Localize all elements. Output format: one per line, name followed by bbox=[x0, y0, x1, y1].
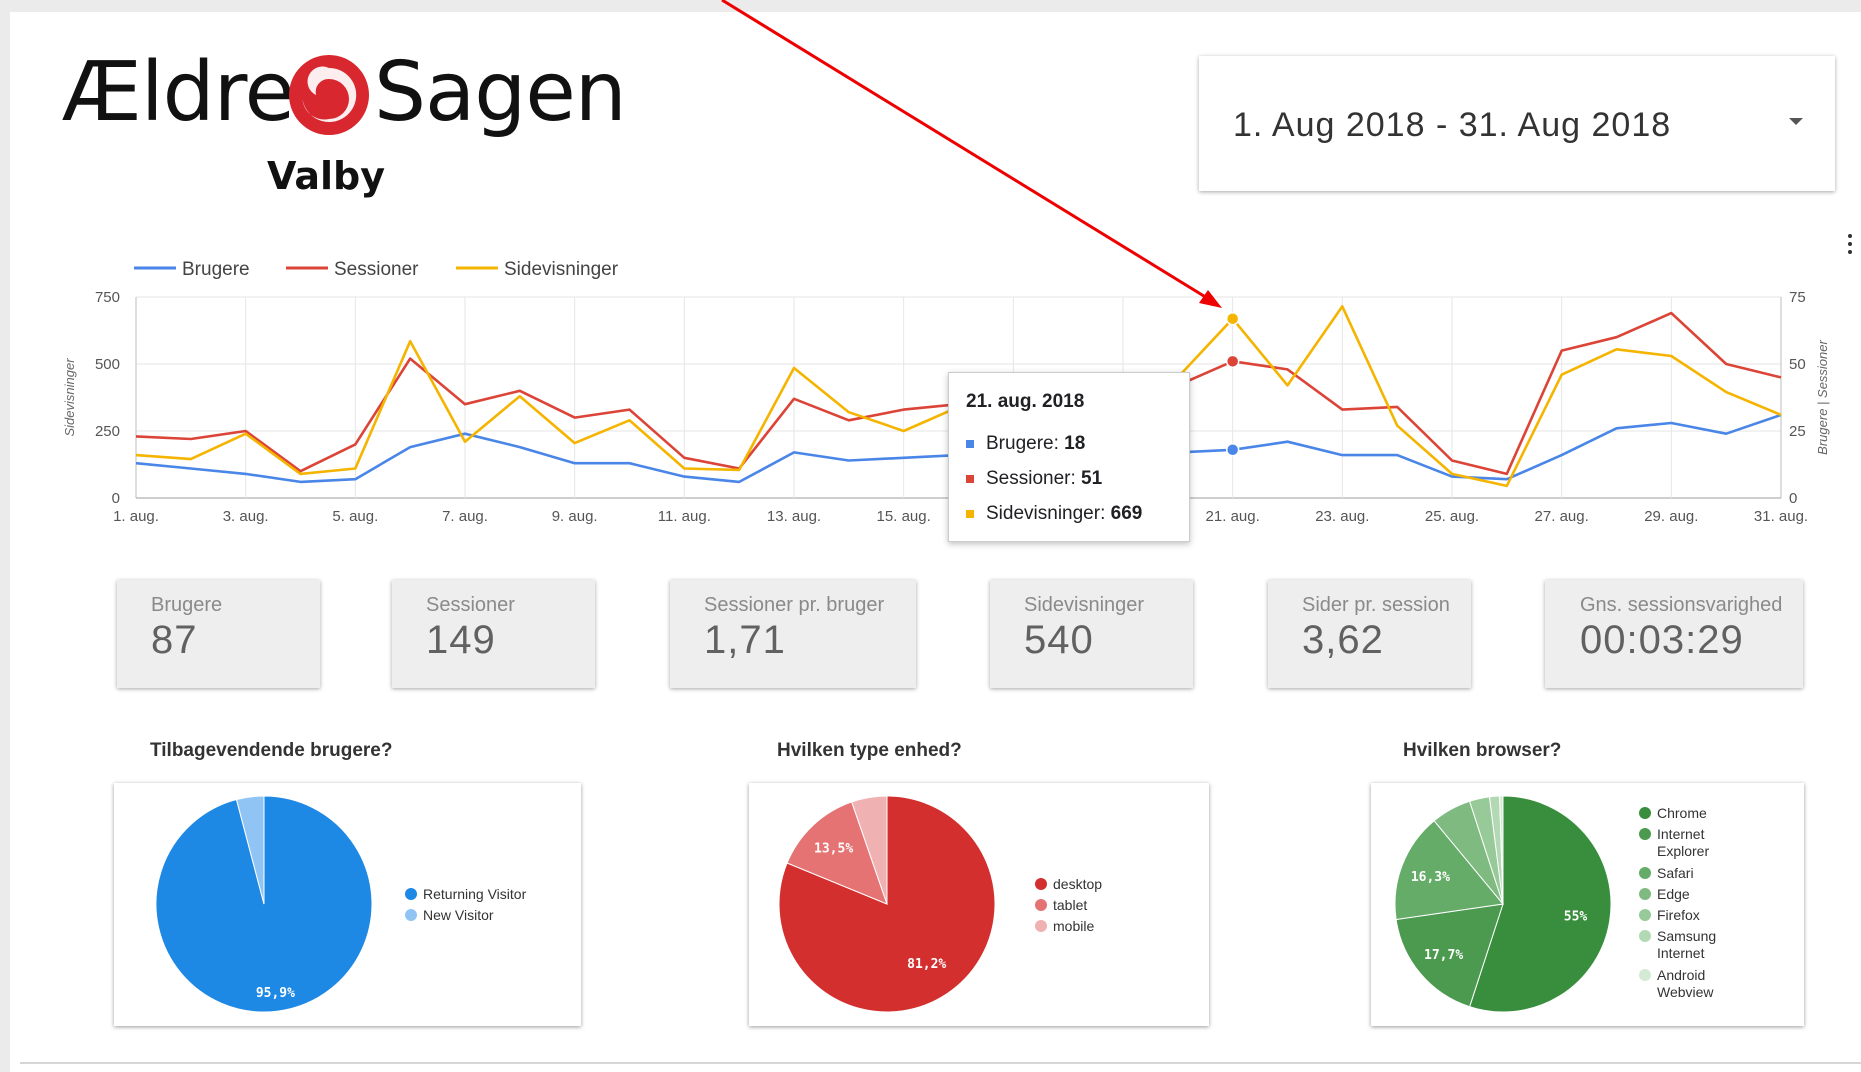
kpi-card-sessioner-pr-bruger[interactable]: Sessioner pr. bruger 1,71 bbox=[670, 580, 916, 688]
kpi-label: Sessioner bbox=[426, 594, 515, 616]
highlight-point-brugere bbox=[1225, 443, 1240, 457]
chart-axes: 0 0 250 25 500 50 750 75 1. aug. 3. aug. 5. aug. 7.… bbox=[62, 289, 1830, 525]
legend-label-brugere: Brugere bbox=[182, 259, 250, 280]
legend-dot-icon bbox=[1639, 888, 1651, 900]
kpi-card-brugere[interactable]: Brugere 87 bbox=[117, 580, 320, 688]
chart-tooltip: 21. aug. 2018 Brugere: 18 Sessioner: 51 … bbox=[948, 372, 1190, 542]
kpi-card-sider-pr-session[interactable]: Sider pr. session 3,62 bbox=[1268, 580, 1471, 688]
kpi-card-sessioner[interactable]: Sessioner 149 bbox=[392, 580, 595, 688]
y-tick-left: 500 bbox=[95, 356, 120, 373]
y-tick-right: 0 bbox=[1789, 490, 1797, 507]
legend-dot-icon bbox=[1035, 920, 1047, 932]
highlight-point-sessioner bbox=[1225, 354, 1240, 369]
y-tick-right: 75 bbox=[1789, 289, 1806, 306]
pie-slice-label: 13,5% bbox=[814, 842, 853, 857]
pie-title-device: Hvilken type enhed? bbox=[777, 740, 962, 761]
legend-label-sidevisninger: Sidevisninger bbox=[504, 259, 619, 280]
legend-dot-icon bbox=[1639, 969, 1651, 981]
pie-card-device[interactable]: 81,2% 13,5% desktop tablet mobile bbox=[749, 783, 1209, 1026]
x-tick-label: 31. aug. bbox=[1754, 508, 1808, 525]
x-tick-label: 1. aug. bbox=[113, 508, 159, 525]
pie-card-returning[interactable]: 95,9% Returning Visitor New Visitor bbox=[114, 783, 581, 1026]
pie-slice-label: 81,2% bbox=[907, 957, 946, 972]
legend-label-sessioner: Sessioner bbox=[334, 259, 419, 280]
y-tick-right: 50 bbox=[1789, 356, 1806, 373]
legend-dot-icon bbox=[405, 909, 417, 921]
kpi-value: 00:03:29 bbox=[1580, 618, 1744, 662]
tooltip-row-sidevisninger: Sidevisninger: 669 bbox=[966, 503, 1142, 525]
tooltip-row-brugere: Brugere: 18 bbox=[966, 433, 1085, 455]
kpi-label: Sidevisninger bbox=[1024, 594, 1145, 616]
x-tick-label: 11. aug. bbox=[658, 508, 711, 525]
legend-dot-icon bbox=[1035, 899, 1047, 911]
x-tick-label: 27. aug. bbox=[1535, 508, 1589, 525]
chart-legend: Brugere Sessioner Sidevisninger bbox=[134, 259, 619, 280]
sessioner-swatch-icon bbox=[966, 474, 974, 483]
y-tick-left: 0 bbox=[112, 490, 120, 507]
x-tick-label: 15. aug. bbox=[877, 508, 931, 525]
sidevisninger-swatch-icon bbox=[966, 509, 974, 518]
brugere-swatch-icon bbox=[966, 439, 974, 448]
pie-card-browser[interactable]: 55% 17,7% 16,3% Chrome Internet Explorer S… bbox=[1371, 783, 1804, 1026]
y-axis-label-right: Brugere | Sessioner bbox=[1815, 340, 1830, 455]
kpi-label: Brugere bbox=[151, 594, 223, 616]
legend-dot-icon bbox=[1639, 909, 1651, 921]
kpi-value: 149 bbox=[426, 618, 496, 662]
x-tick-label: 29. aug. bbox=[1644, 508, 1698, 525]
x-tick-label: 21. aug. bbox=[1206, 508, 1260, 525]
tooltip-title: 21. aug. 2018 bbox=[966, 391, 1085, 412]
pie-slice-label: 17,7% bbox=[1424, 948, 1463, 963]
y-axis-label-left: Sidevisninger bbox=[62, 358, 77, 437]
kpi-value: 1,71 bbox=[704, 618, 786, 662]
pie-slice-label: 95,9% bbox=[256, 986, 295, 1001]
kpi-label: Sessioner pr. bruger bbox=[704, 594, 885, 616]
kpi-value: 3,62 bbox=[1302, 618, 1384, 662]
x-tick-label: 13. aug. bbox=[767, 508, 821, 525]
highlight-point-sidevisninger bbox=[1225, 311, 1240, 326]
pie-chart-browser: 55% 17,7% 16,3% bbox=[1394, 795, 1612, 1013]
x-tick-label: 5. aug. bbox=[332, 508, 378, 525]
x-tick-label: 3. aug. bbox=[223, 508, 269, 525]
pie-chart-device: 81,2% 13,5% bbox=[778, 795, 996, 1013]
pie-slice-label: 55% bbox=[1564, 910, 1588, 925]
tooltip-row-sessioner: Sessioner: 51 bbox=[966, 468, 1102, 490]
legend-dot-icon bbox=[1639, 828, 1651, 840]
legend-dot-icon bbox=[405, 888, 417, 900]
kpi-value: 540 bbox=[1024, 618, 1094, 662]
pie-chart-returning: 95,9% bbox=[155, 795, 373, 1013]
kpi-label: Sider pr. session bbox=[1302, 594, 1450, 616]
legend-dot-icon bbox=[1639, 867, 1651, 879]
legend-dot-icon bbox=[1639, 807, 1651, 819]
x-tick-label: 25. aug. bbox=[1425, 508, 1479, 525]
annotation-arrow bbox=[721, 0, 1222, 308]
y-tick-right: 25 bbox=[1789, 423, 1806, 440]
kpi-value: 87 bbox=[151, 618, 198, 662]
pie-title-returning: Tilbagevendende brugere? bbox=[150, 740, 393, 761]
kpi-card-sessionsvarighed[interactable]: Gns. sessionsvarighed 00:03:29 bbox=[1545, 580, 1803, 688]
y-tick-left: 250 bbox=[95, 423, 120, 440]
x-tick-label: 9. aug. bbox=[552, 508, 598, 525]
x-tick-label: 7. aug. bbox=[442, 508, 488, 525]
legend-dot-icon bbox=[1035, 878, 1047, 890]
pie-slice-label: 16,3% bbox=[1411, 870, 1450, 885]
y-tick-left: 750 bbox=[95, 289, 120, 306]
x-tick-label: 23. aug. bbox=[1315, 508, 1369, 525]
kpi-label: Gns. sessionsvarighed bbox=[1580, 594, 1783, 616]
pie-title-browser: Hvilken browser? bbox=[1403, 740, 1562, 761]
kpi-card-sidevisninger[interactable]: Sidevisninger 540 bbox=[990, 580, 1193, 688]
legend-dot-icon bbox=[1639, 930, 1651, 942]
